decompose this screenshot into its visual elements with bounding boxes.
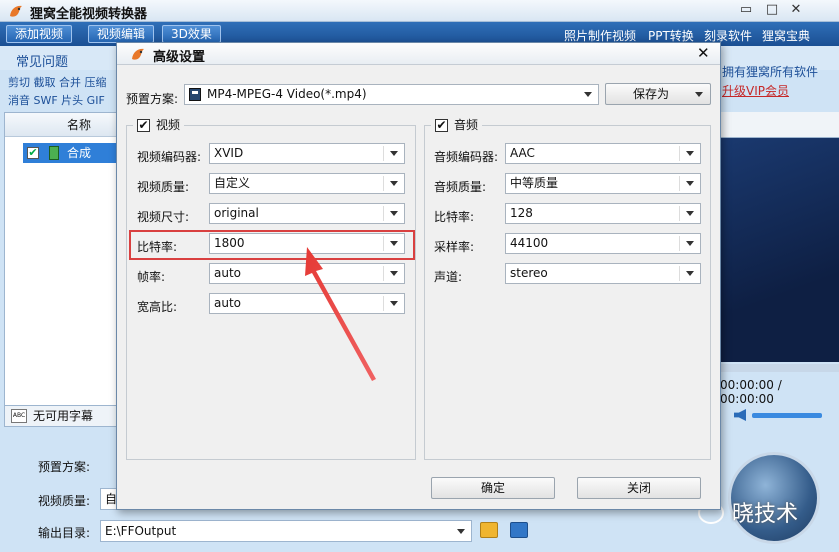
output-dir-field[interactable]: E:\FFOutput (100, 520, 472, 542)
list-header-name[interactable]: 名称 (5, 113, 119, 137)
file-list: 名称 ✔ 合成_4.m (4, 112, 120, 408)
volume-slider[interactable] (752, 413, 822, 418)
subtitle-select[interactable]: ABC 无可用字幕 (4, 405, 120, 427)
tools-row-2[interactable]: 消音 SWF 片头 GIF (8, 92, 105, 108)
bottom-quality-label: 视频质量: (38, 494, 91, 508)
add-video-button[interactable]: 添加视频 (6, 25, 73, 43)
tools-row-1[interactable]: 剪切 截取 合并 压缩 (8, 74, 107, 90)
advanced-settings-dialog: 高级设置 ✕ 预置方案: MP4-MPEG-4 Video(*.mp4) 保存为… (116, 42, 721, 510)
vip-upgrade-link[interactable]: 升级VIP会员 (722, 82, 789, 99)
close-icon[interactable]: ✕ (788, 2, 804, 18)
seek-bar[interactable] (718, 364, 839, 372)
all-software-link[interactable]: 拥有狸窝所有软件 (722, 63, 818, 80)
output-dir-label: 输出目录: (38, 526, 91, 540)
open-folder-icon[interactable] (480, 522, 498, 538)
file-checkbox[interactable]: ✔ (27, 147, 39, 159)
browse-folder-icon[interactable] (510, 522, 528, 538)
list-item[interactable]: ✔ 合成_4.m (23, 143, 119, 180)
volume-icon[interactable] (734, 409, 746, 421)
annotation-arrow-icon (305, 247, 376, 381)
maximize-icon[interactable]: □ (764, 2, 780, 18)
bottom-preset-label: 预置方案: (38, 460, 91, 474)
preview-header (718, 112, 839, 138)
video-file-icon (49, 146, 59, 160)
watermark-text: 晓技术 (732, 502, 799, 527)
app-titlebar: 狸窝全能视频转换器 ▭ □ ✕ (0, 0, 839, 22)
subtitle-icon: ABC (11, 409, 27, 423)
app-title: 狸窝全能视频转换器 (30, 7, 148, 22)
file-name: 合成_4.m (67, 146, 97, 180)
fox-logo-icon (10, 5, 22, 17)
video-preview (718, 112, 839, 362)
liwo-guide-link[interactable]: 狸窝宝典 (762, 27, 810, 44)
chevron-down-icon (457, 529, 465, 534)
time-readout: 00:00:00 / 00:00:00 (720, 378, 782, 406)
effect-3d-button[interactable]: 3D效果 (162, 25, 221, 43)
subtitle-label: 无可用字幕 (33, 409, 94, 423)
faq-link[interactable]: 常见问题 (16, 51, 68, 70)
output-dir-value: E:\FFOutput (105, 524, 177, 538)
edit-video-button[interactable]: 视频编辑 (88, 25, 155, 43)
minimize-icon[interactable]: ▭ (738, 2, 754, 18)
